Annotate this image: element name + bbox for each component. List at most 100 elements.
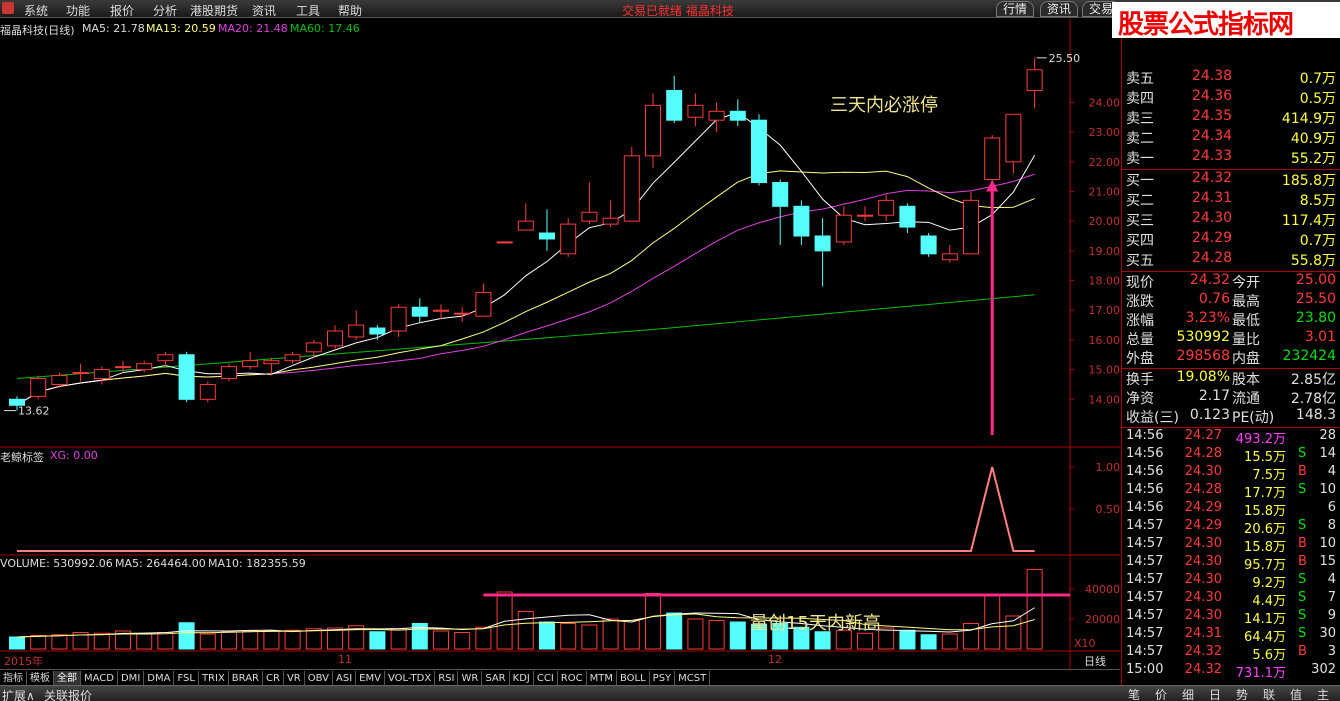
- indicator-tab-mtm[interactable]: MTM: [587, 671, 617, 686]
- volume-bar: [178, 622, 195, 650]
- quote-view-tab[interactable]: 势: [1230, 686, 1254, 701]
- indicator-tab-dmi[interactable]: DMI: [118, 671, 145, 686]
- trade-tick-row: 14:57 24.30 95.7万 B 15: [1126, 554, 1338, 573]
- buy-level-row: 买五 24.28 55.8万: [1126, 250, 1338, 269]
- indicator-tab-asi[interactable]: ASI: [333, 671, 357, 686]
- price-tick-label: 20.00: [1089, 215, 1121, 228]
- menu-news[interactable]: 资讯: [252, 2, 276, 19]
- volume-label: VOLUME: 530992.06: [0, 557, 113, 570]
- indicator-tab-dma[interactable]: DMA: [144, 671, 175, 686]
- tick-volume: 7.5万: [1252, 468, 1286, 483]
- related-quote-button[interactable]: 关联报价: [44, 687, 92, 701]
- volume-bar: [729, 621, 746, 650]
- quote-view-tab[interactable]: 价: [1149, 686, 1173, 701]
- indicator-tab-bar: 指标 模板 全部 MACD DMI DMA FSL TRIX BRAR CR VR OBV ASI EMV…: [0, 669, 1120, 686]
- tick-count: 14: [1319, 446, 1336, 461]
- indicator-tab-vr[interactable]: VR: [284, 671, 305, 686]
- quote-stat-row: 外盘 298568 内盘 232424: [1126, 348, 1338, 367]
- candle-body: [178, 354, 195, 400]
- quote-view-tab[interactable]: 值: [1284, 686, 1308, 701]
- indicator-tab-roc[interactable]: ROC: [558, 671, 587, 686]
- buy-level-volume: 0.7万: [1299, 233, 1336, 249]
- indicator-tab-wr[interactable]: WR: [458, 671, 483, 686]
- indicator-tab-cr[interactable]: CR: [263, 671, 284, 686]
- indicator-tab-emv[interactable]: EMV: [356, 671, 385, 686]
- tab-news[interactable]: 资讯: [1040, 1, 1079, 17]
- indicator-tab-psy[interactable]: PSY: [650, 671, 676, 686]
- menu-quote[interactable]: 报价: [110, 2, 134, 19]
- menu-system[interactable]: 系统: [24, 2, 48, 19]
- sell-level-row: 卖三 24.35 414.9万: [1126, 108, 1338, 127]
- tick-price: 24.30: [1184, 554, 1222, 569]
- indicator-tab-cci[interactable]: CCI: [534, 671, 558, 686]
- indicator-tab-rsi[interactable]: RSI: [435, 671, 459, 686]
- sell-level-price: 24.35: [1192, 108, 1233, 124]
- indicator-tab-boll[interactable]: BOLL: [617, 671, 650, 686]
- volume-bar: [157, 632, 174, 650]
- candle-body: [157, 354, 174, 362]
- volume-bar: [941, 633, 958, 650]
- menu-function[interactable]: 功能: [66, 2, 90, 19]
- volume-bar: [963, 623, 979, 650]
- tick-price: 24.32: [1184, 644, 1222, 659]
- tick-price: 24.30: [1184, 536, 1222, 551]
- candle-body: [517, 220, 534, 231]
- stat-label: 涨幅: [1126, 313, 1154, 329]
- indicator-tab-kdj[interactable]: KDJ: [510, 671, 534, 686]
- indicator-tab-vol-tdx[interactable]: VOL-TDX: [385, 671, 436, 686]
- stat-value: 19.08%: [1176, 369, 1230, 385]
- indicator-tab-全部[interactable]: 全部: [54, 671, 81, 686]
- tick-side: S: [1298, 572, 1307, 587]
- menu-help[interactable]: 帮助: [338, 2, 362, 19]
- quote-view-tab[interactable]: 细: [1176, 686, 1200, 701]
- stat-label: 总量: [1126, 332, 1154, 348]
- trade-tick-row: 14:56 24.28 15.5万 S 14: [1126, 446, 1338, 465]
- price-tick-label: 14.00: [1089, 393, 1121, 406]
- kline-chart-panel[interactable]: 24.00 23.00 22.00 21.00 20.00 19.00 18.00 17.00…: [0, 19, 1120, 669]
- tick-count: 10: [1319, 482, 1336, 497]
- indicator-tab-trix[interactable]: TRIX: [199, 671, 229, 686]
- candle-body: [115, 366, 131, 369]
- candle-body: [284, 354, 301, 362]
- sell-level-label: 卖二: [1126, 131, 1154, 147]
- ma5-line: [16, 111, 1036, 406]
- tick-volume: 64.4万: [1244, 630, 1286, 645]
- trade-tick-row: 14:56 24.30 7.5万 B 4: [1126, 464, 1338, 483]
- indicator-tab-brar[interactable]: BRAR: [229, 671, 263, 686]
- menu-hk-futures[interactable]: 港股期货: [190, 2, 238, 19]
- quote-view-tab[interactable]: 笔: [1122, 686, 1146, 701]
- stat-label: 净资: [1126, 391, 1154, 407]
- volume-bar: [666, 612, 683, 650]
- expand-button[interactable]: 扩展∧: [2, 687, 35, 701]
- buy-level-row: 买二 24.31 8.5万: [1126, 190, 1338, 209]
- tick-count: 28: [1319, 428, 1336, 443]
- indicator-name: 老鲸标签: [0, 451, 44, 464]
- indicator-tab-指标[interactable]: 指标: [0, 671, 27, 686]
- buy-level-price: 24.32: [1192, 170, 1233, 186]
- quote-view-tab[interactable]: 联: [1257, 686, 1281, 701]
- candle-body: [666, 90, 683, 121]
- indicator-tab-mcst[interactable]: MCST: [675, 671, 711, 686]
- sell-level-row: 卖四 24.36 0.5万: [1126, 88, 1338, 107]
- candle-body: [687, 104, 704, 118]
- indicator-tab-fsl[interactable]: FSL: [174, 671, 199, 686]
- trade-tick-row: 14:56 24.29 15.8万 6: [1126, 500, 1338, 519]
- candle-body: [623, 155, 640, 222]
- stat-label: 股本: [1232, 372, 1260, 388]
- menu-tools[interactable]: 工具: [296, 2, 320, 19]
- indicator-tab-sar[interactable]: SAR: [482, 671, 510, 686]
- menu-analysis[interactable]: 分析: [153, 2, 177, 19]
- tab-market[interactable]: 行情: [996, 1, 1035, 17]
- candle-body: [411, 306, 428, 317]
- indicator-tab-macd[interactable]: MACD: [81, 671, 118, 686]
- indicator-tab-obv[interactable]: OBV: [305, 671, 333, 686]
- volume-ma5-label: MA5: 264464.00: [115, 557, 206, 570]
- tick-side: B: [1298, 554, 1307, 569]
- period-label[interactable]: 日线: [1084, 653, 1106, 669]
- trade-tick-row: 14:57 24.32 5.6万 B 3: [1126, 644, 1338, 663]
- tick-time: 14:56: [1126, 464, 1164, 479]
- indicator-tab-模板[interactable]: 模板: [27, 671, 54, 686]
- ma5-label: MA5: 21.78: [82, 22, 145, 35]
- quote-view-tab[interactable]: 日: [1203, 686, 1227, 701]
- quote-view-tab[interactable]: 主: [1311, 686, 1335, 701]
